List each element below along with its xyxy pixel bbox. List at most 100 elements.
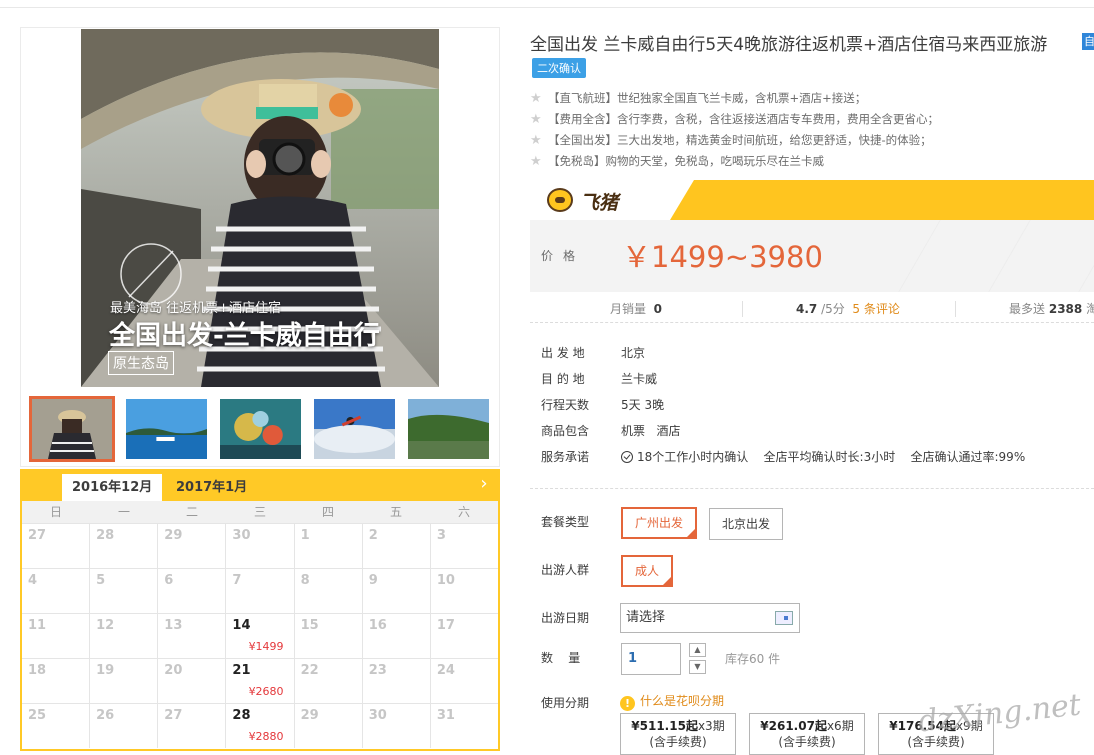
calendar-day: 7: [225, 569, 293, 613]
tab-december-2016[interactable]: 2016年12月: [62, 474, 163, 501]
departure-calendar: 2016年12月 2017年1月 › 日 一 二 三 四 五 六 27 28 29 3…: [20, 469, 500, 751]
calendar-grid: 27 28 29 30 1 2 3 4 5 6 7 8 9 10 11 12 13 14 ¥1499 15 16 17 18…: [22, 523, 498, 748]
price-value: ￥1499~3980: [622, 240, 823, 274]
info-icon: !: [620, 696, 635, 711]
calendar-day: 10: [429, 569, 498, 613]
calendar-icon[interactable]: [775, 611, 793, 625]
calendar-day: 30: [225, 524, 293, 568]
calendar-day-number: 11: [28, 618, 47, 633]
calendar-day-number: 27: [28, 528, 47, 543]
calendar-header: 2016年12月 2017年1月 ›: [20, 469, 500, 501]
calendar-day-available[interactable]: 21 ¥2680: [225, 659, 293, 703]
calendar-day-available[interactable]: 28 ¥2880: [225, 704, 293, 748]
decrease-quantity-icon[interactable]: ▼: [689, 660, 706, 674]
traveler-adult-button[interactable]: 成人: [621, 555, 674, 587]
thumbnail-4[interactable]: [314, 399, 395, 459]
package-beijing-button[interactable]: 北京出发: [709, 508, 784, 540]
thumbnail-5[interactable]: [408, 399, 489, 459]
calendar-day: 27: [157, 704, 225, 748]
stock-count: 库存60 件: [725, 652, 781, 666]
calendar-day-number: 21: [232, 663, 251, 678]
calendar-day: 22: [293, 659, 362, 703]
highlight-item: ★ 【费用全含】含行李费，含税，含往返接送酒店专车费用，费用全含更省心；: [530, 109, 939, 130]
installment-option-6[interactable]: ¥261.07起x6期 (含手续费): [749, 713, 865, 755]
calendar-day-number: 16: [368, 618, 387, 633]
calendar-day: 28: [89, 524, 157, 568]
star-icon: ★: [530, 112, 542, 127]
check-circle-icon: [621, 451, 633, 463]
calendar-day-number: 1: [300, 528, 310, 543]
product-gallery: 最美海岛 往返机票+酒店住宿 全国出发-兰卡威自由行 原生态岛: [20, 27, 500, 467]
calendar-day: 4: [22, 569, 89, 613]
chevron-right-icon[interactable]: ›: [474, 472, 494, 496]
calendar-day-number: 18: [28, 663, 47, 678]
calendar-day-number: 22: [300, 663, 319, 678]
points-reward: 最多送 2388 淘: [1009, 302, 1094, 316]
thumbnail-2[interactable]: [126, 399, 207, 459]
calendar-day: 23: [361, 659, 430, 703]
highlight-item: ★ 【直飞航班】世纪独家全国直飞兰卡威，含机票+酒店+接送；: [530, 88, 939, 109]
review-link[interactable]: 5 条评论: [852, 302, 899, 316]
thumbnail-strip: [29, 396, 499, 462]
star-icon: ★: [530, 154, 542, 169]
calendar-day-number: 5: [96, 573, 106, 588]
calendar-day: 16: [361, 614, 430, 658]
monthly-sales: 月销量 0: [610, 302, 663, 316]
increase-quantity-icon[interactable]: ▲: [689, 643, 706, 657]
image-overlay-subtitle: 最美海岛 往返机票+酒店住宿: [110, 301, 282, 316]
calendar-day-available[interactable]: 14 ¥1499: [225, 614, 293, 658]
calendar-day-number: 10: [436, 573, 455, 588]
quantity-input[interactable]: 1: [621, 643, 681, 675]
calendar-day-number: 9: [368, 573, 378, 588]
calendar-day: 6: [157, 569, 225, 613]
thumbnail-1[interactable]: [29, 396, 115, 462]
package-guangzhou-button[interactable]: 广州出发: [621, 507, 698, 539]
traveler-type-label: 出游人群: [541, 563, 590, 577]
package-type-label: 套餐类型: [541, 515, 590, 529]
thumbnail-3[interactable]: [220, 399, 301, 459]
image-overlay-tag: 原生态岛: [108, 351, 174, 375]
installment-label: 使用分期: [541, 696, 590, 710]
fliggy-logo-icon: [547, 188, 573, 212]
huabei-help-link[interactable]: ! 什么是花呗分期: [620, 692, 724, 711]
calendar-day-number: 4: [28, 573, 38, 588]
calendar-week-row: 27 28 29 30 1 2 3: [22, 523, 498, 568]
sales-stats: 月销量 0 4.7 /5分 5 条评论 最多送 2388 淘: [530, 293, 1094, 323]
calendar-day: 27: [22, 524, 89, 568]
calendar-day-number: 2: [368, 528, 378, 543]
calendar-day-number: 12: [96, 618, 115, 633]
travel-date-input[interactable]: 请选择: [620, 603, 800, 633]
watermark: dzXing.net: [916, 687, 1083, 740]
calendar-day-number: 30: [368, 708, 387, 723]
price-label: 价格: [541, 249, 586, 263]
calendar-day: 11: [22, 614, 89, 658]
brand-name: 飞猪: [580, 192, 619, 214]
calendar-weekdays: 日 一 二 三 四 五 六: [22, 501, 498, 523]
calendar-day-number: 23: [368, 663, 387, 678]
installment-option-3[interactable]: ¥511.15起x3期 (含手续费): [620, 713, 736, 755]
weekday-label: 五: [389, 505, 402, 519]
calendar-day-number: 19: [96, 663, 115, 678]
calendar-week-row: 25 26 27 28 ¥2880 29 30 31: [22, 703, 498, 748]
calendar-day-number: 30: [232, 528, 251, 543]
calendar-day: 30: [361, 704, 430, 748]
calendar-day-number: 29: [300, 708, 319, 723]
product-title: 全国出发 兰卡威自由行5天4晚旅游往返机票+酒店住宿马来西亚旅游: [530, 35, 1048, 55]
calendar-day: 12: [89, 614, 157, 658]
calendar-day: 5: [89, 569, 157, 613]
weekday-label: 四: [321, 505, 334, 519]
calendar-day: 25: [22, 704, 89, 748]
weekday-label: 一: [117, 505, 130, 519]
section-divider: [530, 488, 1094, 489]
star-icon: ★: [530, 133, 542, 148]
calendar-day-number: 28: [232, 708, 251, 723]
main-product-image[interactable]: 最美海岛 往返机票+酒店住宿 全国出发-兰卡威自由行 原生态岛: [81, 29, 439, 387]
calendar-day-number: 27: [164, 708, 183, 723]
calendar-day: 19: [89, 659, 157, 703]
calendar-day: 9: [361, 569, 430, 613]
tab-january-2017[interactable]: 2017年1月: [166, 474, 257, 501]
weekday-label: 二: [185, 505, 198, 519]
calendar-day-number: 28: [96, 528, 115, 543]
calendar-day: 18: [22, 659, 89, 703]
calendar-day: 15: [293, 614, 362, 658]
